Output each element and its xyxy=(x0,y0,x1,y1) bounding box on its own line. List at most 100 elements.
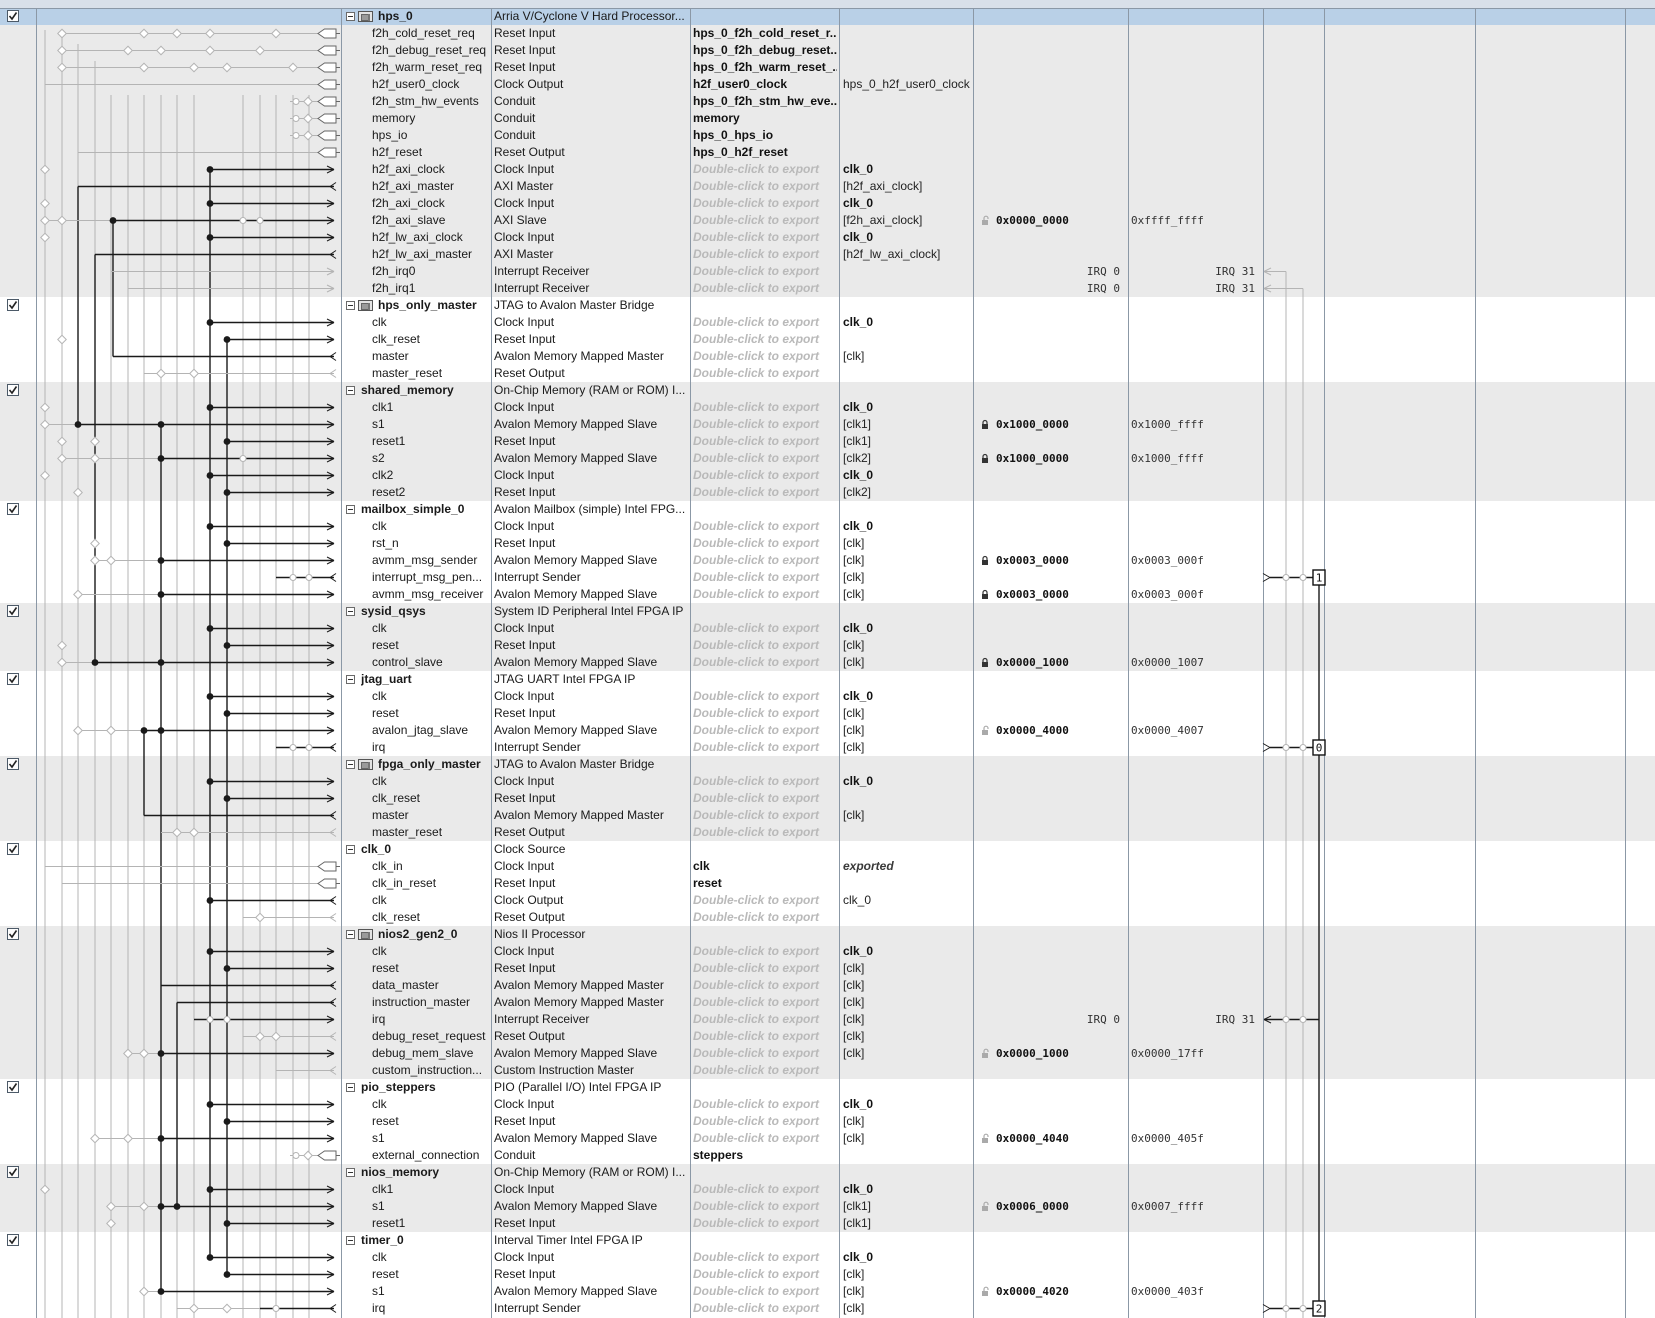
table-row-port[interactable]: s2Avalon Memory Mapped SlaveDouble-click… xyxy=(0,450,1655,467)
table-row-port[interactable]: h2f_axi_clockClock InputDouble-click to … xyxy=(0,161,1655,178)
table-row-port[interactable]: clkClock InputDouble-click to exportclk_… xyxy=(0,518,1655,535)
column-separator[interactable] xyxy=(491,0,492,1318)
table-row-component[interactable]: sysid_qsysSystem ID Peripheral Intel FPG… xyxy=(0,603,1655,620)
table-row-port[interactable]: reset2Reset InputDouble-click to export[… xyxy=(0,484,1655,501)
table-row-port[interactable]: debug_mem_slaveAvalon Memory Mapped Slav… xyxy=(0,1045,1655,1062)
table-row-port[interactable]: resetReset InputDouble-click to export[c… xyxy=(0,960,1655,977)
use-checkbox[interactable] xyxy=(7,1081,19,1093)
collapse-expander-icon[interactable] xyxy=(346,301,355,310)
column-separator[interactable] xyxy=(973,0,974,1318)
table-row-port[interactable]: rst_nReset InputDouble-click to export[c… xyxy=(0,535,1655,552)
column-separator[interactable] xyxy=(839,0,840,1318)
table-row-port[interactable]: debug_reset_requestReset OutputDouble-cl… xyxy=(0,1028,1655,1045)
table-row-port[interactable]: avmm_msg_senderAvalon Memory Mapped Slav… xyxy=(0,552,1655,569)
table-row-port[interactable]: h2f_resetReset Outputhps_0_h2f_reset xyxy=(0,144,1655,161)
table-row-port[interactable]: clk1Clock InputDouble-click to exportclk… xyxy=(0,1181,1655,1198)
collapse-expander-icon[interactable] xyxy=(346,845,355,854)
table-row-port[interactable]: clk_resetReset InputDouble-click to expo… xyxy=(0,790,1655,807)
table-row-component[interactable]: mailbox_simple_0Avalon Mailbox (simple) … xyxy=(0,501,1655,518)
use-checkbox[interactable] xyxy=(7,503,19,515)
column-separator[interactable] xyxy=(36,0,37,1318)
table-row-component[interactable]: hps_0Arria V/Cyclone V Hard Processor... xyxy=(0,8,1655,25)
table-row-port[interactable]: resetReset InputDouble-click to export[c… xyxy=(0,1266,1655,1283)
table-row-port[interactable]: h2f_lw_axi_clockClock InputDouble-click … xyxy=(0,229,1655,246)
collapse-expander-icon[interactable] xyxy=(346,607,355,616)
lock-closed-icon[interactable] xyxy=(980,555,990,566)
table-row-port[interactable]: clk2Clock InputDouble-click to exportclk… xyxy=(0,467,1655,484)
lock-open-icon[interactable] xyxy=(980,1286,990,1297)
collapse-expander-icon[interactable] xyxy=(346,386,355,395)
table-row-component[interactable]: clk_0Clock Source xyxy=(0,841,1655,858)
table-row-port[interactable]: reset1Reset InputDouble-click to export[… xyxy=(0,433,1655,450)
table-row-component[interactable]: nios2_gen2_0Nios II Processor xyxy=(0,926,1655,943)
collapse-expander-icon[interactable] xyxy=(346,675,355,684)
table-row-port[interactable]: clkClock InputDouble-click to exportclk_… xyxy=(0,943,1655,960)
use-checkbox[interactable] xyxy=(7,843,19,855)
table-row-port[interactable]: resetReset InputDouble-click to export[c… xyxy=(0,705,1655,722)
table-row-component[interactable]: pio_steppersPIO (Parallel I/O) Intel FPG… xyxy=(0,1079,1655,1096)
table-row-port[interactable]: f2h_irq1Interrupt ReceiverDouble-click t… xyxy=(0,280,1655,297)
table-row-port[interactable]: s1Avalon Memory Mapped SlaveDouble-click… xyxy=(0,416,1655,433)
lock-open-icon[interactable] xyxy=(980,1201,990,1212)
table-row-port[interactable]: s1Avalon Memory Mapped SlaveDouble-click… xyxy=(0,1198,1655,1215)
table-row-port[interactable]: f2h_axi_clockClock InputDouble-click to … xyxy=(0,195,1655,212)
column-separator[interactable] xyxy=(341,0,342,1318)
table-row-port[interactable]: f2h_irq0Interrupt ReceiverDouble-click t… xyxy=(0,263,1655,280)
table-row-port[interactable]: clk_inClock Inputclkexported xyxy=(0,858,1655,875)
use-checkbox[interactable] xyxy=(7,1166,19,1178)
table-row-port[interactable]: irqInterrupt ReceiverDouble-click to exp… xyxy=(0,1011,1655,1028)
collapse-expander-icon[interactable] xyxy=(346,930,355,939)
collapse-expander-icon[interactable] xyxy=(346,1168,355,1177)
lock-open-icon[interactable] xyxy=(980,725,990,736)
table-row-port[interactable]: data_masterAvalon Memory Mapped MasterDo… xyxy=(0,977,1655,994)
table-row-port[interactable]: h2f_lw_axi_masterAXI MasterDouble-click … xyxy=(0,246,1655,263)
use-checkbox[interactable] xyxy=(7,758,19,770)
table-row-port[interactable]: clk_resetReset OutputDouble-click to exp… xyxy=(0,909,1655,926)
table-row-port[interactable]: f2h_stm_hw_eventsConduithps_0_f2h_stm_hw… xyxy=(0,93,1655,110)
lock-open-icon[interactable] xyxy=(980,1048,990,1059)
use-checkbox[interactable] xyxy=(7,384,19,396)
column-separator[interactable] xyxy=(690,0,691,1318)
table-row-port[interactable]: f2h_cold_reset_reqReset Inputhps_0_f2h_c… xyxy=(0,25,1655,42)
table-row-port[interactable]: s1Avalon Memory Mapped SlaveDouble-click… xyxy=(0,1130,1655,1147)
table-row-port[interactable]: clkClock InputDouble-click to exportclk_… xyxy=(0,1249,1655,1266)
table-row-port[interactable]: clkClock InputDouble-click to exportclk_… xyxy=(0,773,1655,790)
collapse-expander-icon[interactable] xyxy=(346,1236,355,1245)
lock-open-icon[interactable] xyxy=(980,215,990,226)
lock-closed-icon[interactable] xyxy=(980,589,990,600)
table-row-port[interactable]: memoryConduitmemory xyxy=(0,110,1655,127)
lock-closed-icon[interactable] xyxy=(980,453,990,464)
use-checkbox[interactable] xyxy=(7,299,19,311)
table-row-port[interactable]: f2h_warm_reset_reqReset Inputhps_0_f2h_w… xyxy=(0,59,1655,76)
table-row-port[interactable]: s1Avalon Memory Mapped SlaveDouble-click… xyxy=(0,1283,1655,1300)
table-row-port[interactable]: masterAvalon Memory Mapped MasterDouble-… xyxy=(0,807,1655,824)
table-row-port[interactable]: clk_in_resetReset Inputreset xyxy=(0,875,1655,892)
table-row-port[interactable]: avmm_msg_receiverAvalon Memory Mapped Sl… xyxy=(0,586,1655,603)
table-row-port[interactable]: h2f_user0_clockClock Outputh2f_user0_clo… xyxy=(0,76,1655,93)
table-row-port[interactable]: control_slaveAvalon Memory Mapped SlaveD… xyxy=(0,654,1655,671)
table-row-port[interactable]: master_resetReset OutputDouble-click to … xyxy=(0,365,1655,382)
table-row-port[interactable]: f2h_debug_reset_reqReset Inputhps_0_f2h_… xyxy=(0,42,1655,59)
table-row-component[interactable]: hps_only_masterJTAG to Avalon Master Bri… xyxy=(0,297,1655,314)
column-separator[interactable] xyxy=(1625,0,1626,1318)
collapse-expander-icon[interactable] xyxy=(346,1083,355,1092)
collapse-expander-icon[interactable] xyxy=(346,505,355,514)
table-row-port[interactable]: irqInterrupt SenderDouble-click to expor… xyxy=(0,1300,1655,1317)
table-row-port[interactable]: h2f_axi_masterAXI MasterDouble-click to … xyxy=(0,178,1655,195)
table-row-port[interactable]: clk_resetReset InputDouble-click to expo… xyxy=(0,331,1655,348)
table-row-port[interactable]: clkClock InputDouble-click to exportclk_… xyxy=(0,620,1655,637)
column-separator[interactable] xyxy=(1263,0,1264,1318)
use-checkbox[interactable] xyxy=(7,10,19,22)
table-row-port[interactable]: hps_ioConduithps_0_hps_io xyxy=(0,127,1655,144)
table-row-component[interactable]: shared_memoryOn-Chip Memory (RAM or ROM)… xyxy=(0,382,1655,399)
table-row-component[interactable]: nios_memoryOn-Chip Memory (RAM or ROM) I… xyxy=(0,1164,1655,1181)
column-separator[interactable] xyxy=(1324,0,1325,1318)
table-row-port[interactable]: masterAvalon Memory Mapped MasterDouble-… xyxy=(0,348,1655,365)
collapse-expander-icon[interactable] xyxy=(346,12,355,21)
table-row-port[interactable]: irqInterrupt SenderDouble-click to expor… xyxy=(0,739,1655,756)
use-checkbox[interactable] xyxy=(7,1234,19,1246)
lock-closed-icon[interactable] xyxy=(980,657,990,668)
table-row-port[interactable]: reset1Reset InputDouble-click to export[… xyxy=(0,1215,1655,1232)
table-row-port[interactable]: clkClock OutputDouble-click to exportclk… xyxy=(0,892,1655,909)
table-row-port[interactable]: custom_instruction...Custom Instruction … xyxy=(0,1062,1655,1079)
